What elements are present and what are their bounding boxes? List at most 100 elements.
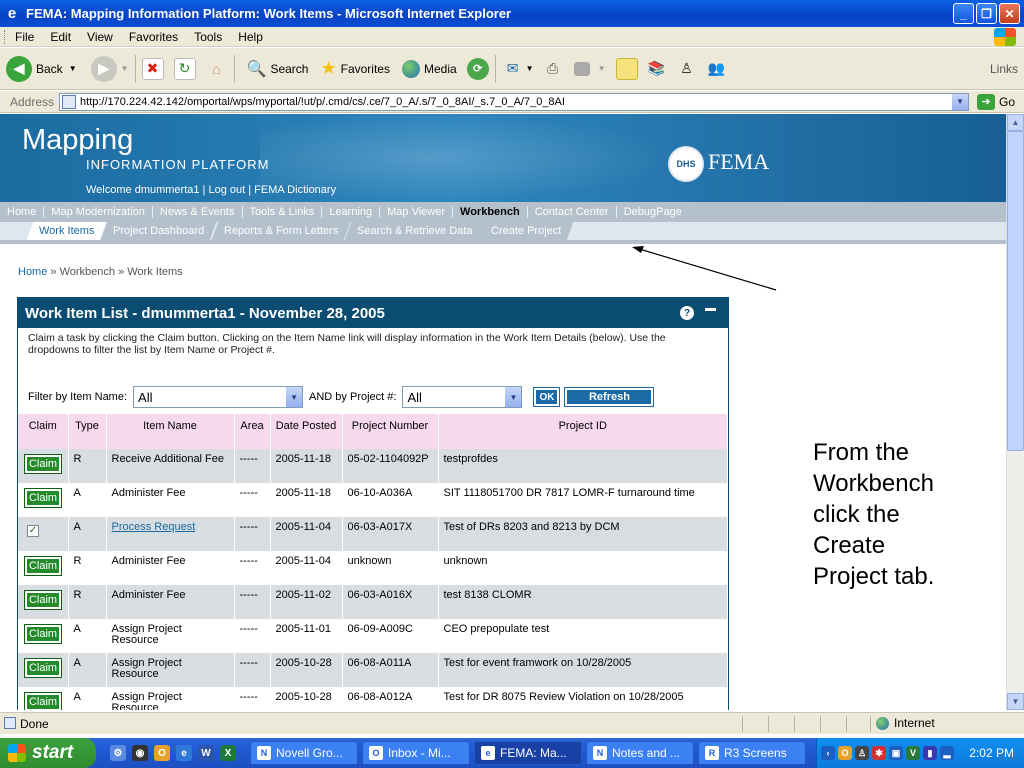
signal-icon[interactable]: ▂ [940,746,954,760]
nav-debugpage[interactable]: DebugPage [617,206,689,218]
excel-icon[interactable]: X [220,745,236,761]
scroll-thumb[interactable] [1007,131,1024,451]
quicklaunch-icon[interactable]: ⚙ [110,745,126,761]
nav-workbench[interactable]: Workbench [453,206,528,218]
edit-icon[interactable] [573,61,590,76]
nav-map-modernization[interactable]: Map Modernization [44,206,153,218]
links-label[interactable]: Links [990,62,1018,76]
dictionary-link[interactable]: FEMA Dictionary [254,184,336,196]
tab-create-project[interactable]: Create Project [479,222,575,240]
menu-help[interactable]: Help [230,30,271,44]
close-button[interactable]: ✕ [999,3,1020,24]
home-icon[interactable]: ⌂ [206,58,228,80]
research-icon[interactable]: 📚 [646,58,668,80]
edit-dropdown-icon[interactable]: ▼ [598,64,606,73]
contacts-icon[interactable]: 👥 [706,58,728,80]
internet-globe-icon [876,716,889,730]
help-icon[interactable]: ? [680,306,694,320]
refresh-icon[interactable]: ↻ [173,57,196,80]
claim-button[interactable]: Claim [24,624,62,644]
forward-dropdown-icon[interactable]: ▼ [121,64,129,73]
stop-icon[interactable]: ✖ [141,57,164,80]
tray-icon[interactable]: ♙ [855,746,869,760]
word-icon[interactable]: W [198,745,214,761]
nav-home[interactable]: Home [0,206,45,218]
claimed-check-icon[interactable]: ✓ [27,525,39,537]
window-title-bar[interactable]: e FEMA: Mapping Information Platform: Wo… [0,0,1024,27]
scroll-up-icon[interactable]: ▲ [1007,114,1024,131]
search-button[interactable]: 🔍 Search [247,59,309,79]
nav-tools-links[interactable]: Tools & Links [243,206,323,218]
menu-edit[interactable]: Edit [42,30,79,44]
mail-icon[interactable]: ✉ [502,58,524,80]
claim-button[interactable]: Claim [24,658,62,678]
taskbar-button[interactable]: N Novell Gro... [250,741,358,765]
tab-search-retrieve[interactable]: Search & Retrieve Data [344,222,485,240]
claim-button[interactable]: Claim [24,488,62,508]
claim-button[interactable]: Claim [24,590,62,610]
print-icon[interactable]: ⎙ [542,58,564,80]
taskbar-button[interactable]: e FEMA: Ma... [474,741,582,765]
minimize-button[interactable]: _ [953,3,974,24]
media-button[interactable]: Media [401,59,457,78]
notes-icon[interactable] [615,57,638,80]
claim-button[interactable]: Claim [24,556,62,576]
forward-button[interactable]: ▶ ▼ [90,55,129,82]
quicklaunch-icon[interactable]: O [154,745,170,761]
menu-tools[interactable]: Tools [186,30,230,44]
restore-button[interactable]: ❐ [976,3,997,24]
tray-expand-icon[interactable]: ‹ [821,746,835,760]
panel-title: Work Item List - dmummerta1 - November 2… [25,304,385,322]
tray-icon[interactable]: O [838,746,852,760]
back-button[interactable]: ◀ Back ▼ [6,55,77,82]
project-id-cell: Test for DR 8075 Review Violation on 10/… [438,687,728,710]
scroll-down-icon[interactable]: ▼ [1007,693,1024,710]
nav-news-events[interactable]: News & Events [153,206,243,218]
go-button[interactable]: ➜ Go [977,93,1016,110]
start-button[interactable]: start [0,738,96,768]
nav-contact-center[interactable]: Contact Center [528,206,617,218]
history-icon[interactable]: ⟳ [466,57,489,80]
refresh-button[interactable]: Refresh [564,387,655,407]
ok-button[interactable]: OK [533,387,561,407]
breadcrumb-home[interactable]: Home [18,266,47,278]
claim-button[interactable]: Claim [24,454,62,474]
project-number-cell: unknown [342,551,439,585]
ie-quicklaunch-icon[interactable]: e [176,745,192,761]
instructions: Claim a task by clicking the Claim butto… [28,332,666,356]
menu-view[interactable]: View [79,30,121,44]
address-input[interactable]: http://170.224.42.142/omportal/wps/mypor… [59,92,970,111]
mail-dropdown-icon[interactable]: ▼ [526,64,534,73]
menu-file[interactable]: File [7,30,42,44]
tab-project-dashboard[interactable]: Project Dashboard [101,222,217,240]
vertical-scrollbar[interactable]: ▲ ▼ [1006,114,1024,710]
tray-icon[interactable]: ✱ [872,746,886,760]
go-label: Go [999,94,1016,109]
tray-icon[interactable]: ▮ [923,746,937,760]
nav-map-viewer[interactable]: Map Viewer [380,206,454,218]
nav-learning[interactable]: Learning [322,206,381,218]
taskbar-button[interactable]: N Notes and ... [586,741,694,765]
tab-reports-form-letters[interactable]: Reports & Form Letters [211,222,351,240]
item-name-select[interactable]: All ▼ [133,386,304,408]
claim-button[interactable]: Claim [24,692,62,710]
tray-icon[interactable]: ▣ [889,746,903,760]
logout-link[interactable]: Log out [208,184,245,196]
back-dropdown-icon[interactable]: ▼ [69,64,77,73]
address-dropdown-icon[interactable]: ▼ [952,93,969,110]
taskbar-button[interactable]: O Inbox - Mi... [362,741,470,765]
quicklaunch-icon[interactable]: ◉ [132,745,148,761]
favorites-button[interactable]: ★ Favorites [320,58,390,79]
project-number-select[interactable]: All ▼ [402,386,523,408]
col-item-name: Item Name [106,414,235,449]
project-number-cell: 06-03-A017X [342,517,439,551]
menu-favorites[interactable]: Favorites [121,30,186,44]
item-name-link[interactable]: Process Request [112,521,196,533]
tab-work-items[interactable]: Work Items [26,222,107,240]
taskbar-button[interactable]: R R3 Screens [698,741,806,765]
tray-icon[interactable]: V [906,746,920,760]
minimize-panel-icon[interactable] [705,308,716,311]
messenger-icon[interactable]: ♙ [676,58,698,80]
address-url: http://170.224.42.142/omportal/wps/mypor… [80,95,565,108]
table-row: Claim A Assign Project Resource ----- 2005-1… [18,619,728,653]
